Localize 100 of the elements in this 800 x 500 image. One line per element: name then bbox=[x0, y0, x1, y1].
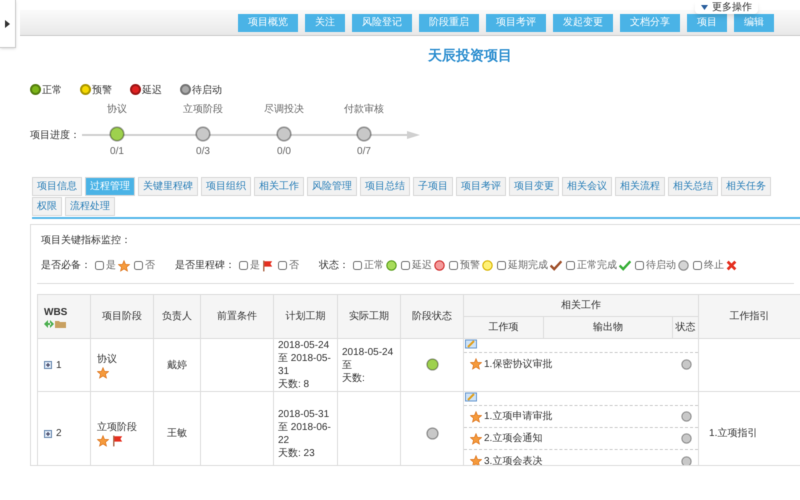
edit-icon bbox=[465, 392, 477, 402]
checkbox[interactable] bbox=[635, 261, 644, 270]
toolbar-button[interactable]: 项目考评 bbox=[486, 14, 546, 32]
wbs-number: 2 bbox=[56, 427, 62, 441]
status-dot-icon bbox=[678, 260, 689, 271]
tab[interactable]: 项目组织 bbox=[201, 177, 251, 196]
status-dot-icon bbox=[434, 260, 445, 271]
option-label: 终止 bbox=[704, 258, 724, 273]
cross-icon bbox=[726, 260, 737, 271]
column-header: 阶段状态 bbox=[400, 294, 464, 338]
filter-label: 状态： bbox=[319, 258, 349, 273]
tab[interactable]: 项目考评 bbox=[456, 177, 506, 196]
option-label: 是 bbox=[250, 259, 260, 273]
tab[interactable]: 过程管理 bbox=[85, 177, 135, 196]
toolbar-button[interactable]: 项目 bbox=[687, 14, 727, 32]
tab[interactable]: 子项目 bbox=[413, 177, 453, 196]
filter-label: 是否里程碑： bbox=[175, 259, 235, 273]
checkbox[interactable] bbox=[278, 261, 287, 270]
checkbox[interactable] bbox=[353, 261, 362, 270]
toolbar-button[interactable]: 发起变更 bbox=[553, 14, 613, 32]
column-header: 工作项 bbox=[464, 316, 544, 338]
column-header: 项目阶段 bbox=[90, 294, 154, 338]
toolbar-button[interactable]: 风险登记 bbox=[352, 14, 412, 32]
stage-count: 0/0 bbox=[277, 145, 291, 159]
checkbox[interactable] bbox=[239, 261, 248, 270]
phase-name: 立项阶段 bbox=[97, 420, 138, 435]
filter-label: 是否必备： bbox=[41, 258, 91, 273]
stage-name: 尽调投决 bbox=[264, 102, 304, 116]
option-label: 延期完成 bbox=[508, 258, 548, 273]
column-header: WBS bbox=[44, 306, 68, 320]
tab[interactable]: 项目变更 bbox=[509, 177, 559, 196]
tab[interactable]: 相关流程 bbox=[615, 177, 665, 196]
checkbox[interactable] bbox=[566, 261, 575, 270]
column-header: 实际工期 bbox=[338, 294, 400, 338]
status-dot-icon bbox=[482, 260, 493, 271]
column-header: 前置条件 bbox=[200, 294, 274, 338]
menu-label: 更多操作 bbox=[712, 0, 752, 14]
checkbox[interactable] bbox=[134, 261, 143, 270]
period-text: 2018-05-24 至 天数: bbox=[342, 346, 394, 384]
tab[interactable]: 项目总结 bbox=[360, 177, 410, 196]
tab[interactable]: 关键里程碑 bbox=[138, 177, 198, 196]
tab[interactable]: 相关会议 bbox=[562, 177, 612, 196]
checkbox[interactable] bbox=[449, 261, 458, 270]
wbs-number: 1 bbox=[56, 358, 62, 372]
toolbar-button[interactable]: 阶段重启 bbox=[419, 14, 479, 32]
star-icon bbox=[97, 366, 109, 378]
stage-count: 0/1 bbox=[110, 145, 124, 159]
flag-icon bbox=[112, 435, 124, 447]
option-label: 延迟 bbox=[412, 259, 432, 273]
toolbar-button[interactable]: 项目概览 bbox=[238, 14, 298, 32]
status-dot-icon bbox=[386, 260, 397, 271]
project-title: 天辰投资项目 bbox=[428, 47, 512, 63]
arrows-icon bbox=[44, 320, 54, 328]
folder-icon bbox=[55, 320, 66, 328]
flag-icon bbox=[262, 260, 274, 272]
guide-link[interactable]: 1.立项指引 bbox=[709, 428, 758, 439]
side-handle[interactable] bbox=[0, 0, 16, 48]
legend-label: 预警 bbox=[92, 84, 112, 98]
owner-name: 王敏 bbox=[167, 428, 187, 439]
expand-icon bbox=[44, 430, 52, 438]
tab[interactable]: 相关工作 bbox=[254, 177, 304, 196]
tab[interactable]: 流程处理 bbox=[65, 197, 115, 216]
check-icon bbox=[619, 260, 631, 271]
legend-label: 待启动 bbox=[192, 84, 222, 98]
tab[interactable]: 风险管理 bbox=[307, 177, 357, 196]
checkbox[interactable] bbox=[693, 261, 702, 270]
checkbox[interactable] bbox=[95, 261, 104, 270]
tab[interactable]: 相关总结 bbox=[668, 177, 718, 196]
option-label: 正常 bbox=[364, 258, 384, 273]
stage-name: 付款审核 bbox=[344, 102, 384, 116]
option-label: 预警 bbox=[460, 259, 480, 273]
progress-label: 项目进度： bbox=[30, 128, 80, 142]
checkbox[interactable] bbox=[401, 261, 410, 270]
column-header: 输出物 bbox=[544, 316, 672, 338]
option-label: 正常完成 bbox=[577, 258, 617, 273]
option-label: 否 bbox=[145, 259, 155, 273]
toolbar-button[interactable]: 文档分享 bbox=[620, 14, 680, 32]
more-actions-menu[interactable]: 更多操作 bbox=[695, 0, 758, 14]
column-header: 负责人 bbox=[154, 294, 200, 338]
column-header: 相关工作 bbox=[464, 294, 699, 316]
edit-icon bbox=[465, 339, 477, 349]
toolbar-button[interactable]: 编辑 bbox=[734, 14, 774, 32]
tab[interactable]: 权限 bbox=[32, 197, 62, 216]
legend-label: 正常 bbox=[42, 84, 62, 98]
column-header: 工作指引 bbox=[698, 294, 800, 338]
period-text: 2018-05-31 至 2018-06- 22 天数: 23 bbox=[278, 408, 332, 460]
expand-icon bbox=[44, 361, 52, 369]
tab[interactable]: 相关任务 bbox=[721, 177, 771, 196]
checkbox[interactable] bbox=[497, 261, 506, 270]
stage-name: 协议 bbox=[107, 102, 127, 116]
toolbar-button[interactable]: 关注 bbox=[305, 14, 345, 32]
period-text: 2018-05-24 至 2018-05- 31 天数: 8 bbox=[278, 339, 332, 391]
stage-count: 0/7 bbox=[357, 145, 371, 159]
tab[interactable]: 项目信息 bbox=[32, 177, 82, 196]
check-icon bbox=[550, 260, 562, 271]
option-label: 是 bbox=[106, 259, 116, 273]
work-item: 1.立项申请审批 bbox=[484, 410, 554, 424]
column-header: 计划工期 bbox=[274, 294, 338, 338]
stage-name: 立项阶段 bbox=[183, 102, 223, 116]
work-item: 3.立项会表决 bbox=[484, 454, 544, 465]
